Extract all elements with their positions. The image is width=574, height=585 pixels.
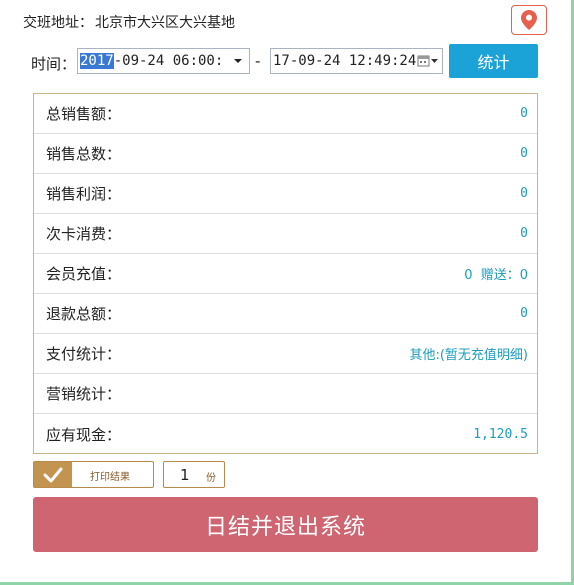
summary-row-total-sales: 总销售额： 0: [34, 94, 537, 134]
print-result-label: 打印结果: [90, 472, 130, 483]
address-value: 北京市大兴区大兴基地: [95, 15, 235, 31]
handover-address: 交班地址： 北京市大兴区大兴基地: [23, 12, 235, 32]
location-button[interactable]: [511, 5, 547, 35]
row-label: 应有现金：: [46, 425, 122, 444]
address-label: 交班地址：: [23, 15, 93, 31]
time-range-row: 时间： 2017 -09-24 06:00: - 17-09-24 12:49:2…: [0, 44, 574, 78]
start-datetime-input[interactable]: 2017 -09-24 06:00:: [77, 48, 250, 74]
row-value: 0: [520, 146, 528, 161]
calendar-dropdown-icon[interactable]: [417, 54, 439, 68]
end-datetime-input[interactable]: 17-09-24 12:49:24: [270, 48, 443, 74]
checkmark-icon: [43, 467, 63, 482]
row-label: 销售利润：: [46, 185, 122, 203]
dropdown-arrow-icon[interactable]: [233, 56, 243, 66]
row-value: 0 赠送：0: [464, 268, 528, 283]
row-label: 次卡消费：: [46, 225, 122, 243]
row-value: 0: [520, 306, 528, 321]
checkbox-checked[interactable]: [34, 462, 72, 487]
copies-unit: 份: [206, 473, 216, 484]
time-label: 时间：: [31, 55, 77, 73]
row-label: 支付统计：: [46, 345, 122, 363]
statistics-button[interactable]: 统计: [449, 44, 538, 78]
summary-row-refund-total: 退款总额： 0: [34, 294, 537, 334]
row-label: 营销统计：: [46, 385, 122, 403]
summary-row-payment-stats: 支付统计： 其他:(暂无充值明细): [34, 334, 537, 374]
row-value: 其他:(暂无充值明细): [409, 348, 528, 363]
row-value: 0: [520, 226, 528, 241]
end-datetime-value: 17-09-24 12:49:24: [273, 53, 417, 69]
row-label: 退款总额：: [46, 305, 122, 323]
start-datetime-selected-part: 2017: [80, 53, 114, 69]
summary-row-card-consumption: 次卡消费： 0: [34, 214, 537, 254]
print-result-toggle[interactable]: 打印结果: [33, 461, 154, 488]
summary-row-sales-count: 销售总数： 0: [34, 134, 537, 174]
row-label: 总销售额：: [46, 105, 122, 123]
print-copies-input[interactable]: 1 份: [163, 461, 225, 488]
close-and-exit-button[interactable]: 日结并退出系统: [33, 497, 538, 552]
row-value: 0: [520, 106, 528, 121]
start-datetime-rest: -09-24 06:00:: [113, 53, 224, 69]
row-value: 0: [520, 186, 528, 201]
row-label: 销售总数：: [46, 145, 122, 163]
row-value: 1,120.5: [473, 426, 528, 442]
summary-row-marketing-stats: 营销统计：: [34, 374, 537, 414]
summary-row-expected-cash: 应有现金： 1,120.5: [34, 414, 537, 454]
copies-value: 1: [180, 466, 190, 484]
map-pin-icon: [521, 10, 537, 30]
summary-row-member-recharge: 会员充值： 0 赠送：0: [34, 254, 537, 294]
row-label: 会员充值：: [46, 265, 122, 283]
summary-table: 总销售额： 0 销售总数： 0 销售利润： 0 次卡消费： 0 会员充值： 0 …: [33, 93, 538, 454]
range-separator: -: [255, 52, 261, 70]
summary-row-sales-profit: 销售利润： 0: [34, 174, 537, 214]
